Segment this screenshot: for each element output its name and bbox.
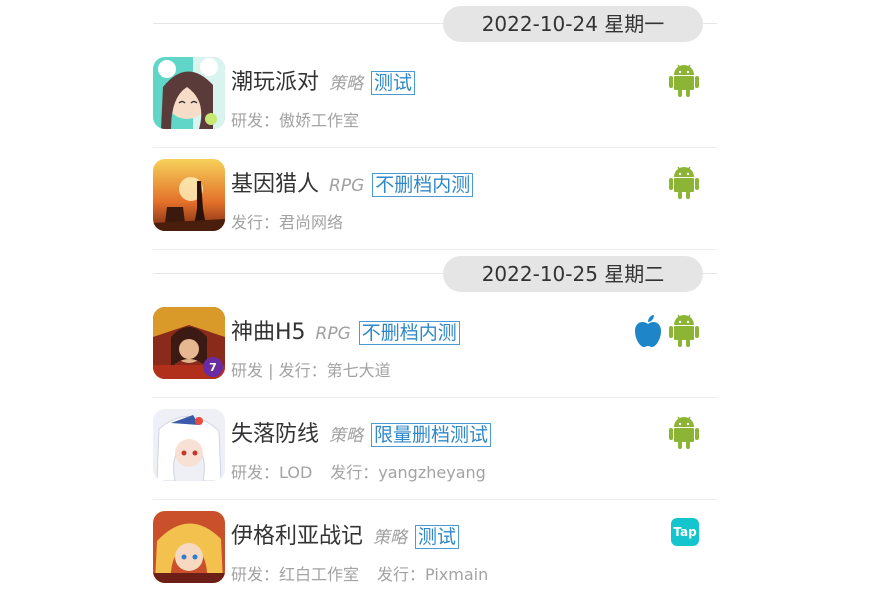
svg-text:7: 7 — [209, 361, 217, 374]
game-genre: 策略 — [373, 528, 408, 548]
game-name[interactable]: 基因猎人 — [231, 166, 319, 198]
game-item[interactable]: 伊格利亚战记 策略 测试 研发：红白工作室 发行：Pixmain Tap — [153, 500, 717, 601]
game-name[interactable]: 潮玩派对 — [231, 64, 319, 96]
taptap-icon: Tap — [671, 518, 699, 546]
game-title-line: 神曲H5 RPG 不删档内测 — [231, 314, 460, 346]
game-genre: RPG — [315, 324, 351, 344]
game-developer-publisher: 研发：红白工作室 发行：Pixmain — [231, 561, 488, 585]
game-meta-item: 发行：君尚网络 — [231, 213, 344, 232]
android-icon — [669, 314, 699, 347]
android-icon — [669, 166, 699, 199]
platform-icons — [633, 314, 699, 348]
game-title-line: 基因猎人 RPG 不删档内测 — [231, 166, 474, 198]
android-icon — [669, 64, 699, 97]
test-status-tag: 不删档内测 — [358, 321, 460, 345]
game-meta-item: 研发 | 发行：第七大道 — [231, 361, 391, 380]
game-developer-publisher: 发行：君尚网络 — [231, 209, 343, 233]
game-release-list: 2022-10-24 星期一 潮玩派对 策略 测试 研发：傲娇工作室 基因猎人 … — [153, 0, 717, 601]
apple-icon — [635, 315, 661, 347]
game-icon-image[interactable] — [153, 409, 225, 481]
test-status-tag: 限量删档测试 — [371, 423, 492, 447]
test-status-tag: 测试 — [371, 71, 416, 95]
game-name[interactable]: 伊格利亚战记 — [231, 518, 363, 550]
game-name[interactable]: 失落防线 — [231, 416, 319, 448]
date-header: 2022-10-24 星期一 — [153, 0, 717, 46]
test-status-tag: 测试 — [415, 525, 460, 549]
android-icon — [669, 416, 699, 449]
platform-icons: Tap — [671, 518, 699, 546]
game-meta-item: 发行：Pixmain — [377, 565, 489, 584]
game-icon-image[interactable] — [153, 57, 225, 129]
game-meta-item: 研发：LOD — [231, 463, 313, 482]
game-item[interactable]: 潮玩派对 策略 测试 研发：傲娇工作室 — [153, 46, 717, 148]
game-title-line: 伊格利亚战记 策略 测试 — [231, 518, 460, 550]
game-icon-image[interactable] — [153, 511, 225, 583]
game-developer-publisher: 研发 | 发行：第七大道 — [231, 357, 391, 381]
date-label: 2022-10-24 星期一 — [443, 6, 703, 42]
platform-icons — [669, 416, 699, 450]
game-meta-item: 发行：yangzheyang — [330, 463, 486, 482]
game-meta-item: 研发：傲娇工作室 — [231, 111, 360, 130]
game-name[interactable]: 神曲H5 — [231, 314, 306, 346]
platform-icons — [669, 166, 699, 200]
date-label: 2022-10-25 星期二 — [443, 256, 703, 292]
game-genre: RPG — [329, 176, 365, 196]
test-status-tag: 不删档内测 — [372, 173, 474, 197]
game-developer-publisher: 研发：傲娇工作室 — [231, 107, 359, 131]
platform-icons — [669, 64, 699, 98]
game-title-line: 潮玩派对 策略 测试 — [231, 64, 416, 96]
game-item[interactable]: 基因猎人 RPG 不删档内测 发行：君尚网络 — [153, 148, 717, 250]
game-item[interactable]: 7 神曲H5 RPG 不删档内测 研发 | 发行：第七大道 — [153, 296, 717, 398]
game-meta-item: 研发：红白工作室 — [231, 565, 360, 584]
game-icon-image[interactable]: 7 — [153, 307, 225, 379]
date-header: 2022-10-25 星期二 — [153, 250, 717, 296]
game-title-line: 失落防线 策略 限量删档测试 — [231, 416, 492, 448]
game-item[interactable]: 失落防线 策略 限量删档测试 研发：LOD 发行：yangzheyang — [153, 398, 717, 500]
game-genre: 策略 — [329, 426, 364, 446]
game-developer-publisher: 研发：LOD 发行：yangzheyang — [231, 459, 486, 483]
game-icon-image[interactable] — [153, 159, 225, 231]
game-genre: 策略 — [329, 74, 364, 94]
